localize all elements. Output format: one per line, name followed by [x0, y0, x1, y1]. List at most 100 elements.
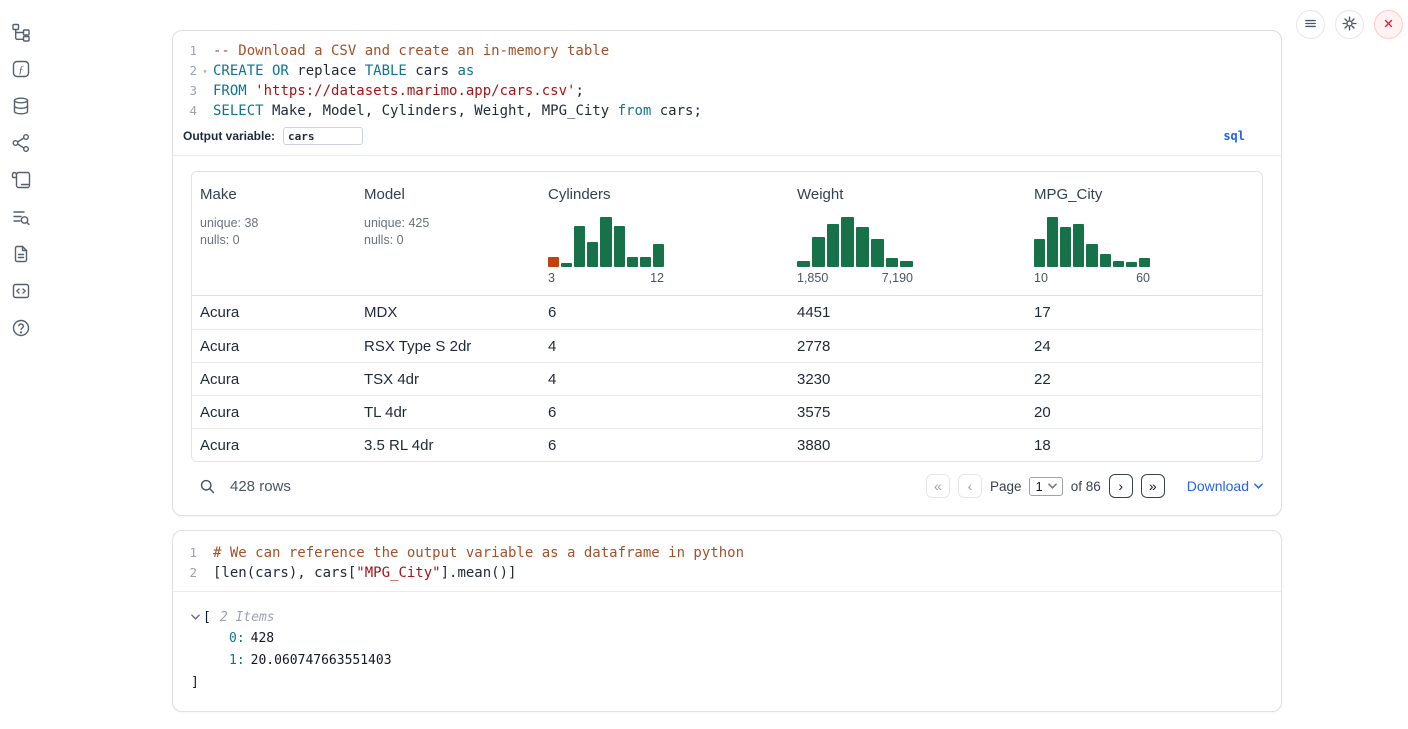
histogram-bar[interactable] [587, 242, 598, 267]
next-page-button[interactable]: › [1109, 474, 1133, 498]
page-select[interactable]: 1 [1029, 477, 1062, 496]
table-row[interactable]: AcuraTL 4dr6357520 [192, 395, 1262, 428]
fold-chevron-icon[interactable]: ▾ [197, 61, 213, 81]
python-code: 1# We can reference the output variable … [173, 543, 1281, 583]
table-cell: 17 [1026, 304, 1262, 321]
python-editor[interactable]: 1# We can reference the output variable … [173, 531, 1281, 592]
table-row[interactable]: AcuraMDX6445117 [192, 296, 1262, 329]
code-line[interactable]: 4SELECT Make, Model, Cylinders, Weight, … [173, 101, 1281, 121]
search-icon[interactable] [199, 478, 216, 495]
items-count: 2 Items [220, 610, 275, 625]
histogram-min-label: 10 [1034, 271, 1048, 285]
table-cell: TSX 4dr [356, 371, 540, 388]
histogram[interactable]: 1,8507,190 [797, 217, 913, 285]
column-label[interactable]: Make [200, 185, 348, 205]
histogram-bar[interactable] [841, 217, 854, 267]
collapse-toggle-icon[interactable] [191, 614, 200, 620]
histogram-bar[interactable] [797, 261, 810, 267]
histogram-bar[interactable] [886, 258, 899, 267]
marimo-notebook: ƒ 1-- Download a CSV and create an in-me… [0, 0, 1408, 729]
column-header[interactable]: Makeunique: 38nulls: 0 [192, 172, 356, 295]
code-line[interactable]: 2▾CREATE OR replace TABLE cars as [173, 61, 1281, 81]
sidebar-item-help[interactable] [8, 316, 34, 342]
histogram-bar[interactable] [640, 257, 651, 267]
histogram-bar[interactable] [574, 226, 585, 267]
histogram-bar[interactable] [1034, 239, 1045, 267]
download-button[interactable]: Download [1187, 478, 1263, 494]
table-cell: 6 [540, 404, 789, 421]
settings-button[interactable] [1335, 10, 1364, 39]
output-variable-input[interactable] [283, 127, 363, 145]
page-total-label: of 86 [1071, 479, 1101, 494]
menu-button[interactable] [1296, 10, 1325, 39]
column-label[interactable]: Cylinders [548, 185, 781, 205]
histogram-bar[interactable] [653, 244, 664, 267]
column-header[interactable]: Cylinders 312 [540, 172, 789, 295]
code-line[interactable]: 3FROM 'https://datasets.marimo.app/cars.… [173, 81, 1281, 101]
histogram-bar[interactable] [812, 237, 825, 267]
sidebar-item-outline[interactable] [8, 205, 34, 231]
histogram-bar[interactable] [1113, 261, 1124, 267]
table-cell: 22 [1026, 371, 1262, 388]
code-line[interactable]: 1# We can reference the output variable … [173, 543, 1281, 563]
table-row[interactable]: AcuraRSX Type S 2dr4277824 [192, 329, 1262, 362]
close-button[interactable] [1374, 10, 1403, 39]
histogram-bar[interactable] [1126, 262, 1137, 267]
last-page-button[interactable]: » [1141, 474, 1165, 498]
table-cell: Acura [192, 304, 356, 321]
histogram[interactable]: 10 60 [1034, 217, 1150, 285]
column-header[interactable]: MPG_City 10 60 [1026, 172, 1262, 295]
table-cell: 24 [1026, 338, 1262, 355]
table-row[interactable]: AcuraTSX 4dr4323022 [192, 362, 1262, 395]
histogram-bar[interactable] [1060, 227, 1071, 267]
sidebar-item-functions[interactable]: ƒ [8, 57, 34, 83]
histogram-bar[interactable] [1086, 244, 1097, 267]
histogram-bar[interactable] [900, 261, 913, 267]
histogram-max-label: 7,190 [882, 271, 913, 285]
table-cell: Acura [192, 371, 356, 388]
code-line[interactable]: 2[len(cars), cars["MPG_City"].mean()] [173, 563, 1281, 583]
sql-cell: 1-- Download a CSV and create an in-memo… [172, 30, 1282, 516]
column-label[interactable]: Model [364, 185, 532, 205]
histogram-max-label: 60 [1136, 271, 1150, 285]
histogram-bar[interactable] [871, 239, 884, 267]
histogram-bar[interactable] [627, 257, 638, 267]
histogram-bar[interactable] [856, 227, 869, 267]
table-cell: 3.5 RL 4dr [356, 437, 540, 454]
histogram-bar[interactable] [1139, 258, 1150, 267]
item-key: 1: [229, 653, 245, 668]
first-page-button[interactable]: « [926, 474, 950, 498]
histogram-bar[interactable] [614, 226, 625, 267]
table-cell: 3880 [789, 437, 1026, 454]
column-header[interactable]: Weight 1,8507,190 [789, 172, 1026, 295]
sidebar-item-dependency-graph[interactable] [8, 131, 34, 157]
column-label[interactable]: MPG_City [1034, 185, 1254, 205]
table-row[interactable]: Acura3.5 RL 4dr6388018 [192, 428, 1262, 461]
left-sidebar: ƒ [8, 20, 34, 342]
table-cell: 6 [540, 304, 789, 321]
table-cell: Acura [192, 338, 356, 355]
histogram-bar[interactable] [1047, 217, 1058, 267]
histogram-bar[interactable] [1073, 224, 1084, 267]
sidebar-item-documentation[interactable] [8, 242, 34, 268]
histogram-bar[interactable] [561, 263, 572, 267]
histogram-bar[interactable] [600, 217, 611, 267]
code-line[interactable]: 1-- Download a CSV and create an in-memo… [173, 41, 1281, 61]
prev-page-button[interactable]: ‹ [958, 474, 982, 498]
sidebar-item-datasets[interactable] [8, 94, 34, 120]
histogram-bar[interactable] [548, 257, 559, 267]
line-number: 2 [173, 563, 197, 583]
sql-editor[interactable]: 1-- Download a CSV and create an in-memo… [173, 31, 1281, 156]
table-cell: MDX [356, 304, 540, 321]
python-cell: 1# We can reference the output variable … [172, 530, 1282, 712]
histogram-bar[interactable] [827, 224, 840, 267]
column-label[interactable]: Weight [797, 185, 1018, 205]
histogram[interactable]: 312 [548, 217, 664, 285]
line-number: 1 [173, 543, 197, 563]
menu-icon [1302, 15, 1319, 35]
sidebar-item-snippets[interactable] [8, 279, 34, 305]
column-header[interactable]: Modelunique: 425nulls: 0 [356, 172, 540, 295]
sidebar-item-file-tree[interactable] [8, 20, 34, 46]
histogram-bar[interactable] [1100, 254, 1111, 267]
sidebar-item-scratchpad[interactable] [8, 168, 34, 194]
